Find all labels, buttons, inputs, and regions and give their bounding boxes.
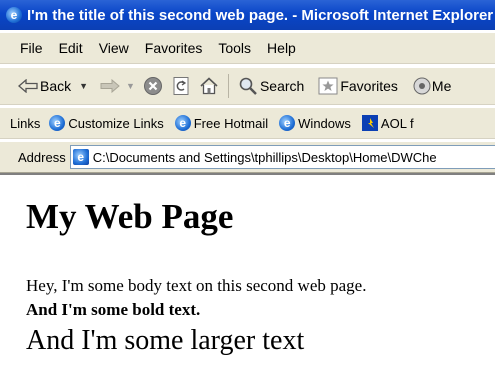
links-bar: Links e Customize Links e Free Hotmail e… xyxy=(0,108,495,139)
internet-explorer-icon: e xyxy=(49,115,66,131)
chevron-down-icon[interactable]: ▼ xyxy=(126,81,135,91)
media-button[interactable]: Me xyxy=(402,76,455,96)
link-label: AOL f xyxy=(380,115,414,131)
link-aol[interactable]: AOL f xyxy=(359,115,422,131)
stop-icon xyxy=(143,76,163,96)
back-arrow-icon xyxy=(18,76,38,96)
link-windows[interactable]: e Windows xyxy=(276,115,359,131)
toolbar-separator xyxy=(227,74,229,98)
menu-bar: File Edit View Favorites Tools Help xyxy=(0,33,495,64)
favorites-star-icon xyxy=(318,76,338,96)
aol-runner-icon xyxy=(361,115,378,131)
media-icon xyxy=(412,76,432,96)
search-button[interactable]: Search xyxy=(234,76,308,96)
forward-arrow-icon xyxy=(100,76,120,96)
internet-explorer-icon: e xyxy=(6,7,22,23)
back-label: Back xyxy=(40,78,72,94)
link-label: Free Hotmail xyxy=(193,115,269,131)
link-free-hotmail[interactable]: e Free Hotmail xyxy=(172,115,276,131)
search-icon xyxy=(238,76,258,96)
window-title: I'm the title of this second web page. -… xyxy=(27,6,494,24)
page-content: My Web Page Hey, I'm some body text on t… xyxy=(0,173,495,384)
address-input[interactable]: e C:\Documents and Settings\tphillips\De… xyxy=(69,145,495,169)
home-button[interactable] xyxy=(195,76,223,96)
search-label: Search xyxy=(259,78,305,94)
bold-text: And I'm some bold text. xyxy=(26,300,201,319)
larger-text: And I'm some larger text xyxy=(26,325,305,356)
window-titlebar[interactable]: e I'm the title of this second web page.… xyxy=(0,0,495,30)
links-label: Links xyxy=(10,115,41,131)
favorites-button[interactable]: Favorites xyxy=(308,76,402,96)
menu-view[interactable]: View xyxy=(91,40,137,56)
address-bar: Address e C:\Documents and Settings\tphi… xyxy=(0,142,495,173)
menu-help[interactable]: Help xyxy=(259,40,304,56)
back-button[interactable]: Back ▼ xyxy=(0,76,92,96)
forward-button[interactable]: ▼ xyxy=(92,76,139,96)
favorites-label: Favorites xyxy=(340,78,398,94)
refresh-icon xyxy=(171,76,191,96)
address-url: C:\Documents and Settings\tphillips\Desk… xyxy=(92,149,437,165)
menu-file[interactable]: File xyxy=(0,40,51,56)
menu-tools[interactable]: Tools xyxy=(210,40,259,56)
internet-explorer-icon: e xyxy=(174,115,191,131)
link-label: Windows xyxy=(298,115,351,131)
home-icon xyxy=(199,76,219,96)
page-icon: e xyxy=(72,149,89,165)
body-text: Hey, I'm some body text on this second w… xyxy=(26,276,367,295)
menu-edit[interactable]: Edit xyxy=(51,40,91,56)
stop-button[interactable] xyxy=(139,76,167,96)
refresh-button[interactable] xyxy=(167,76,195,96)
chevron-down-icon[interactable]: ▼ xyxy=(79,81,88,91)
page-heading: My Web Page xyxy=(26,197,234,236)
menu-favorites[interactable]: Favorites xyxy=(137,40,211,56)
link-label: Customize Links xyxy=(68,115,164,131)
address-label: Address xyxy=(18,149,66,165)
internet-explorer-icon: e xyxy=(279,115,296,131)
link-customize-links[interactable]: e Customize Links xyxy=(46,115,171,131)
standard-toolbar: Back ▼ ▼ Search Favorites Me xyxy=(0,68,495,105)
media-label: Me xyxy=(431,78,452,94)
